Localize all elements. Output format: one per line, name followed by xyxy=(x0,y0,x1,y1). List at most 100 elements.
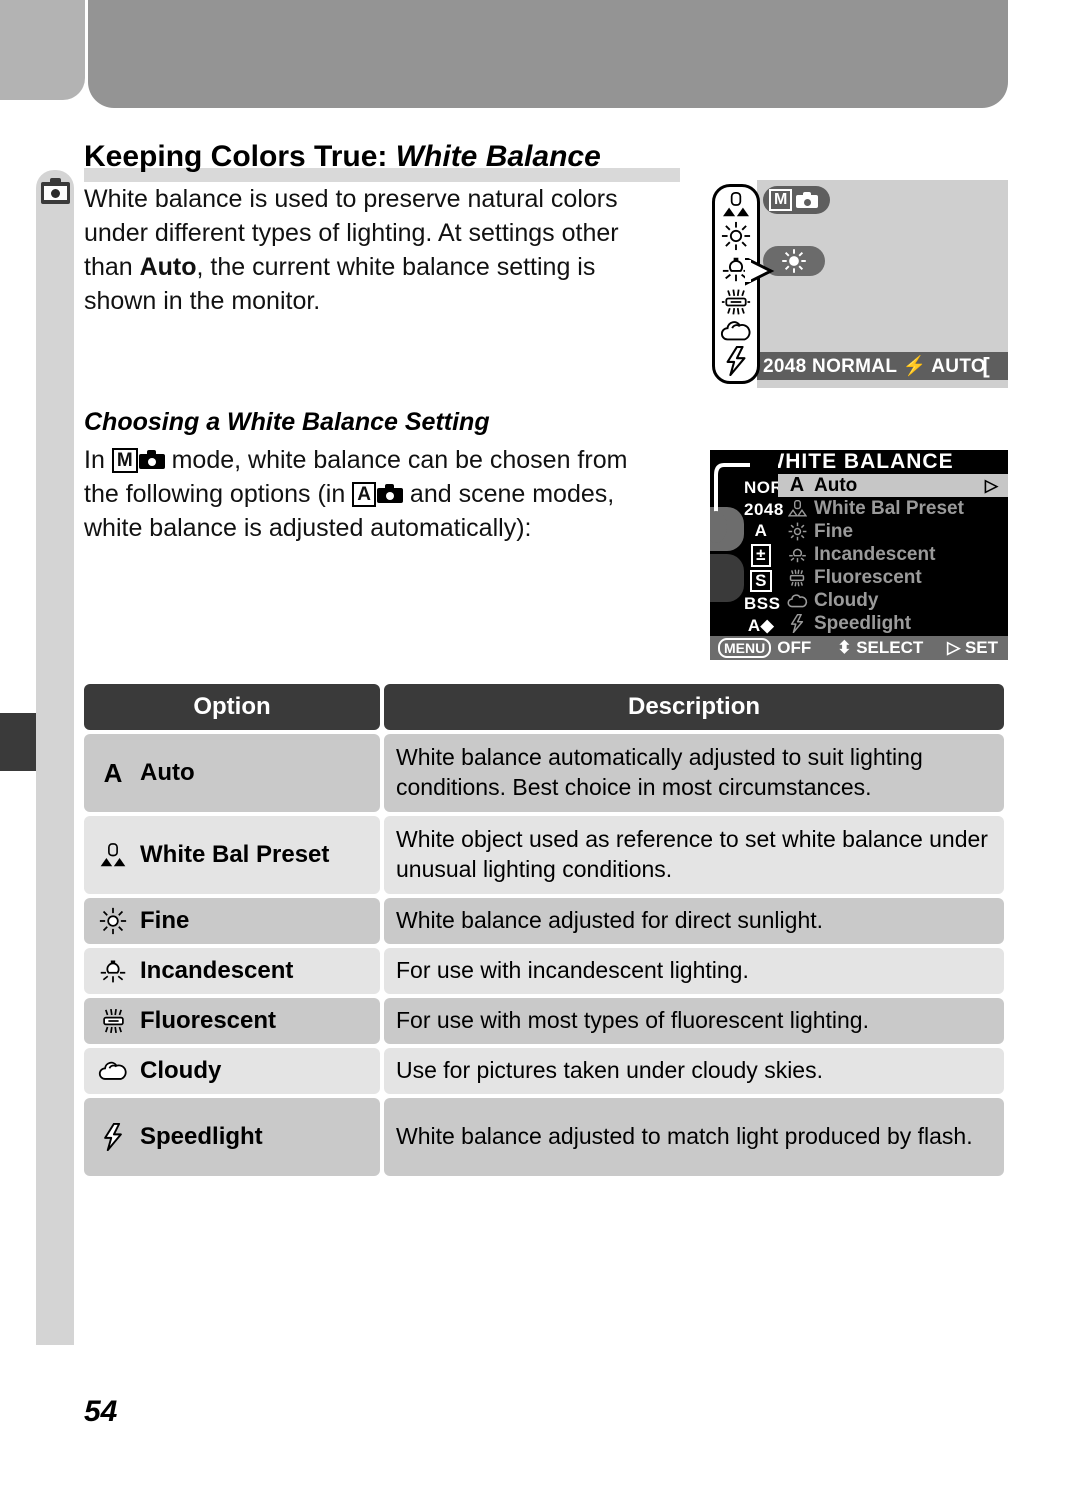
option-label: Cloudy xyxy=(140,1057,222,1084)
choosing-line-3: white balance is adjusted automatically)… xyxy=(84,514,532,542)
fine-sun-icon xyxy=(721,221,751,251)
menu-item-fluorescent-label: Fluorescent xyxy=(814,566,922,588)
callout-pointer-icon xyxy=(745,258,775,286)
menu-item-auto[interactable]: A Auto ▷ xyxy=(778,474,1008,497)
choosing-a: In xyxy=(84,446,105,474)
table-cell-description: For use with most types of fluorescent l… xyxy=(384,998,1004,1044)
table-cell-option: A Auto xyxy=(84,734,380,812)
menu-item-incandescent-label: Incandescent xyxy=(814,543,936,565)
table-cell-description: White balance automatically adjusted to … xyxy=(384,734,1004,812)
speedlight-icon xyxy=(784,614,810,633)
mode-m-box: M xyxy=(111,448,138,473)
fine-sun-icon xyxy=(784,522,810,541)
choosing-line-1: In M mode, white balance can be chosen f… xyxy=(84,443,684,477)
menu-select-label: ⬍ SELECT xyxy=(837,638,924,657)
intro-line-3-a: than xyxy=(84,253,140,281)
intro-line-3: than Auto, the current white balance set… xyxy=(84,250,684,284)
fluorescent-tube-icon xyxy=(96,1008,130,1034)
menu-item-white-bal-preset-label: White Bal Preset xyxy=(814,497,964,519)
choosing-b: mode, white balance can be chosen from xyxy=(171,446,628,474)
menu-item-speedlight[interactable]: Speedlight xyxy=(778,612,1008,635)
lcd-status-bar: 2048 NORMAL ⚡ AUTO [ xyxy=(757,352,1008,380)
lcd-status-text: 2048 NORMAL ⚡ AUTO xyxy=(763,356,986,377)
page-title: Keeping Colors True: White Balance xyxy=(84,140,684,175)
table-row: Cloudy Use for pictures taken under clou… xyxy=(84,1048,1004,1094)
incandescent-bulb-icon xyxy=(784,545,810,564)
choosing-line-2: the following options (in A and scene mo… xyxy=(84,477,684,511)
table-cell-option: White Bal Preset xyxy=(84,816,380,894)
choosing-c: the following options (in xyxy=(84,480,346,508)
intro-line-3-b: , the current white balance setting is xyxy=(196,253,596,281)
page-title-plain: Keeping Colors True: xyxy=(84,140,388,173)
option-label: Incandescent xyxy=(140,957,294,984)
lcd-mode-letter: M xyxy=(769,189,793,211)
page-title-italic: White Balance xyxy=(395,140,601,173)
table-header-description: Description xyxy=(384,684,1004,730)
table-cell-description: White object used as reference to set wh… xyxy=(384,816,1004,894)
chapter-thumb-marker xyxy=(0,713,36,771)
cloudy-icon xyxy=(784,593,810,609)
mode-a-box: A xyxy=(352,482,376,507)
menu-item-fine[interactable]: Fine xyxy=(778,520,1008,543)
fine-sun-icon xyxy=(782,249,806,273)
menu-button-key[interactable]: MENU xyxy=(718,638,772,658)
white-bal-preset-icon xyxy=(723,191,749,216)
option-label: Fluorescent xyxy=(140,1007,277,1034)
table-cell-option: Fine xyxy=(84,898,380,944)
lcd-monitor-illustration: M 2048 NORMAL ⚡ AUTO [ xyxy=(757,180,1008,388)
table-row: Fine White balance adjusted for direct s… xyxy=(84,898,1004,944)
menu-item-cloudy-label: Cloudy xyxy=(814,589,879,611)
page-right-edge xyxy=(1062,0,1080,1486)
menu-callout-connector xyxy=(710,463,750,543)
menu-item-fine-label: Fine xyxy=(814,520,854,542)
camera-icon-lcd xyxy=(796,192,819,208)
menu-side-item-5: BSS xyxy=(744,594,781,614)
menu-set-label: ▷ SET xyxy=(947,638,998,657)
table-row: A Auto White balance automatically adjus… xyxy=(84,734,1004,812)
white-balance-options-table: Option Description A Auto White balance … xyxy=(84,684,1004,1180)
table-cell-description: For use with incandescent lighting. xyxy=(384,948,1004,994)
intro-auto-bold: Auto xyxy=(139,253,197,281)
table-cell-option: Incandescent xyxy=(84,948,380,994)
option-label: Fine xyxy=(140,907,190,934)
white-bal-preset-icon xyxy=(784,500,810,517)
menu-item-auto-label: Auto xyxy=(814,474,858,496)
auto-a-icon: A xyxy=(103,757,123,788)
top-tab-left xyxy=(0,0,85,100)
page-number: 54 xyxy=(84,1395,118,1428)
menu-option-list: A Auto ▷ White Bal Preset Fine Incandesc… xyxy=(778,474,1008,636)
cloudy-icon xyxy=(721,321,751,341)
speedlight-icon xyxy=(96,1123,130,1151)
table-row: White Bal Preset White object used as re… xyxy=(84,816,1004,894)
table-header-row: Option Description xyxy=(84,684,1004,730)
table-row: Fluorescent For use with most types of f… xyxy=(84,998,1004,1044)
intro-line-1: White balance is used to preserve natura… xyxy=(84,185,618,213)
table-cell-option: Cloudy xyxy=(84,1048,380,1094)
fine-sun-icon xyxy=(96,907,130,935)
intro-line-2: under different types of lighting. At se… xyxy=(84,219,619,247)
table-header-option: Option xyxy=(84,684,380,730)
menu-item-incandescent[interactable]: Incandescent xyxy=(778,543,1008,566)
choosing-d: and scene modes, xyxy=(409,480,615,508)
table-cell-description: White balance adjusted to match light pr… xyxy=(384,1098,1004,1176)
intro-paragraph: White balance is used to preserve natura… xyxy=(84,182,684,318)
battery-icon: [ xyxy=(982,353,990,378)
lcd-mode-badge: M xyxy=(763,186,831,214)
cloudy-icon xyxy=(96,1060,130,1082)
choosing-paragraph: In M mode, white balance can be chosen f… xyxy=(84,443,684,545)
fluorescent-tube-icon xyxy=(784,569,810,587)
subheading: Choosing a White Balance Setting xyxy=(84,408,490,436)
menu-item-white-bal-preset[interactable]: White Bal Preset xyxy=(778,497,1008,520)
option-label: Auto xyxy=(140,759,195,786)
menu-item-cloudy[interactable]: Cloudy xyxy=(778,589,1008,612)
incandescent-bulb-icon xyxy=(96,957,130,985)
option-label: White Bal Preset xyxy=(140,841,330,868)
auto-a-icon: A xyxy=(789,474,805,496)
menu-item-fluorescent[interactable]: Fluorescent xyxy=(778,566,1008,589)
table-cell-option: Speedlight xyxy=(84,1098,380,1176)
speedlight-icon xyxy=(726,346,746,377)
chapter-side-strip xyxy=(36,170,74,1345)
fluorescent-tube-icon xyxy=(721,289,751,315)
table-row: Incandescent For use with incandescent l… xyxy=(84,948,1004,994)
white-bal-preset-icon xyxy=(96,842,130,868)
